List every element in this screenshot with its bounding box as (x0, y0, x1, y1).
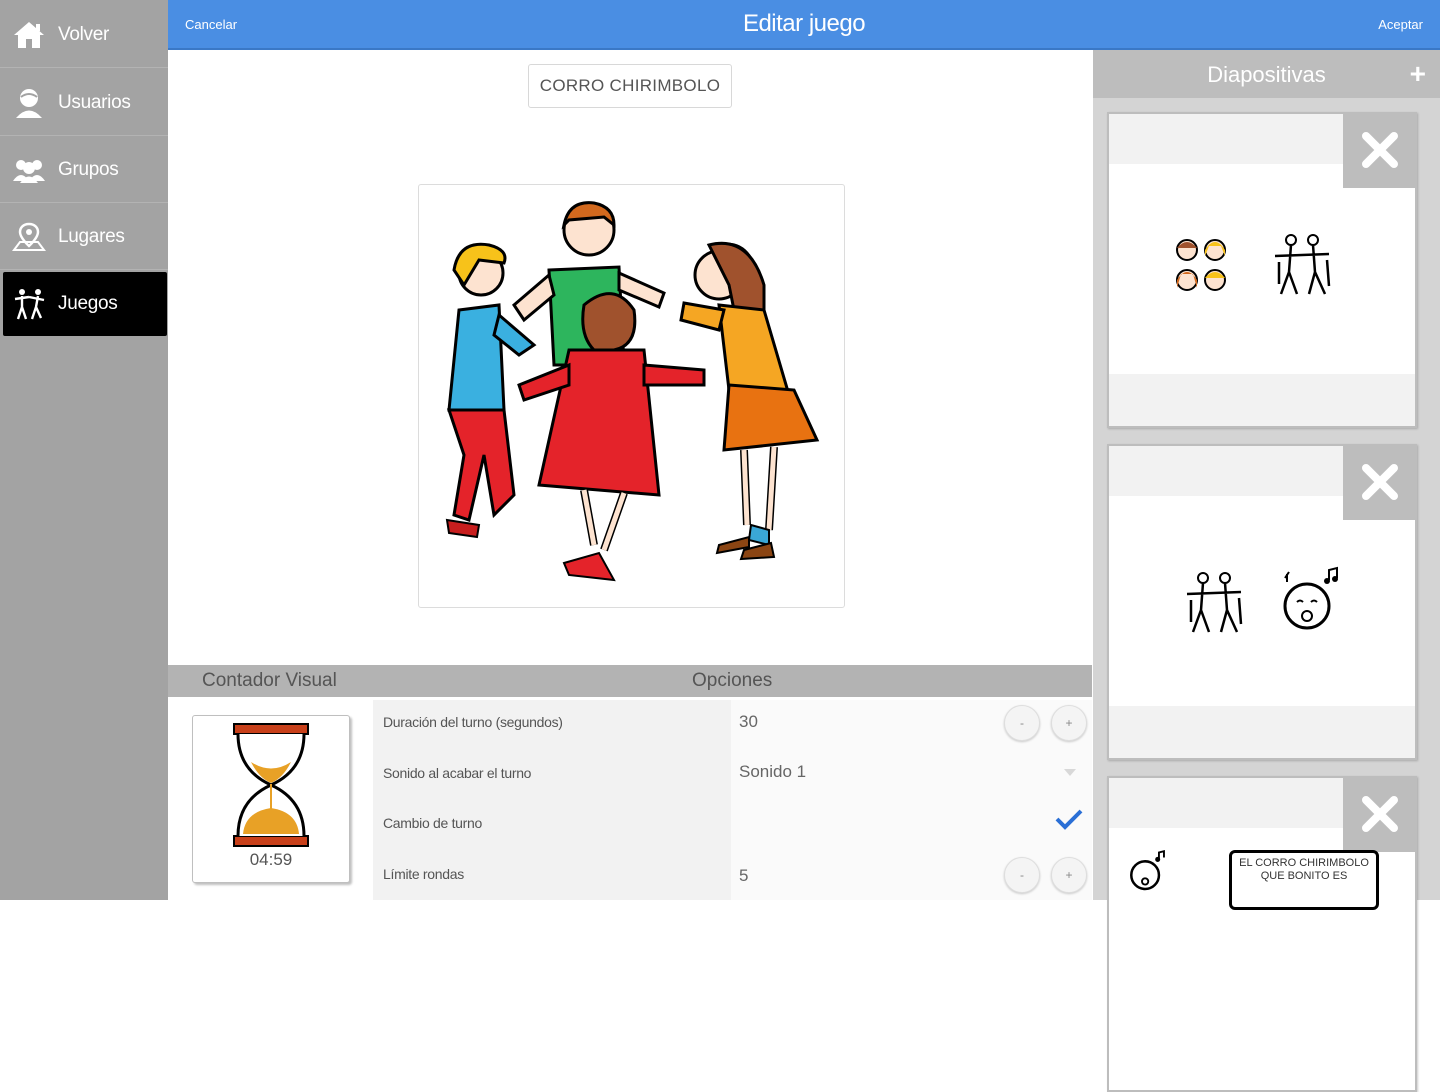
sidebar-item-juegos[interactable]: Juegos (3, 272, 167, 336)
close-icon (1362, 464, 1398, 500)
close-icon (1362, 132, 1398, 168)
game-icon (12, 287, 46, 321)
accept-button[interactable]: Aceptar (1378, 17, 1423, 32)
home-icon (12, 18, 46, 52)
duration-value[interactable]: 30 (739, 712, 758, 732)
round-limit-plus-button[interactable]: + (1051, 857, 1087, 893)
options-header-bar: Contador Visual Opciones (168, 665, 1092, 697)
visual-counter[interactable]: 04:59 (192, 715, 350, 883)
singing-face-icon (1130, 850, 1165, 891)
sidebar-item-lugares[interactable]: Lugares (0, 204, 168, 270)
sidebar-item-label: Lugares (58, 225, 125, 247)
slide-caption: EL CORRO CHIRIMBOLO QUE BONITO ES (1229, 850, 1379, 910)
sidebar-item-volver[interactable]: Volver (0, 2, 168, 68)
page-title: Editar juego (742, 10, 866, 37)
hourglass-icon (233, 723, 309, 847)
slide-card[interactable]: EL CORRO CHIRIMBOLO QUE BONITO ES (1107, 776, 1417, 1092)
add-slide-button[interactable]: + (1410, 58, 1426, 90)
sidebar: Volver Usuarios Grupos Lugares Juegos (0, 0, 168, 900)
delete-slide-button[interactable] (1343, 112, 1417, 188)
user-icon (12, 86, 46, 120)
sidebar-item-label: Grupos (58, 158, 119, 180)
duration-minus-button[interactable]: - (1004, 705, 1040, 741)
turn-change-checkbox[interactable] (1055, 808, 1083, 830)
slides-header: Diapositivas + (1093, 50, 1440, 98)
delete-slide-button[interactable] (1343, 444, 1417, 520)
option-label-round-limit: Límite rondas (383, 866, 464, 882)
slide-card[interactable] (1107, 112, 1417, 428)
sound-select[interactable]: Sonido 1 (739, 762, 806, 782)
round-limit-minus-button[interactable]: - (1004, 857, 1040, 893)
dancing-circle-icon (1186, 572, 1243, 633)
game-image[interactable] (418, 184, 845, 608)
sidebar-item-grupos[interactable]: Grupos (0, 137, 168, 203)
sidebar-item-label: Juegos (58, 293, 118, 314)
slides-title: Diapositivas (1207, 62, 1326, 87)
sidebar-item-label: Usuarios (58, 91, 131, 113)
counter-time: 04:59 (249, 850, 293, 869)
slide-card[interactable] (1107, 444, 1417, 760)
slides-panel: Diapositivas + EL CORRO CHIRIMBOLO QUE B… (1093, 50, 1440, 1092)
round-limit-value[interactable]: 5 (739, 866, 748, 886)
singing-face-icon (1283, 566, 1338, 630)
option-label-duration: Duración del turno (segundos) (383, 714, 563, 730)
place-icon (12, 220, 46, 254)
sidebar-item-usuarios[interactable]: Usuarios (0, 70, 168, 136)
group-icon (12, 153, 46, 187)
option-label-sound: Sonido al acabar el turno (383, 765, 532, 781)
sidebar-item-label: Volver (58, 23, 110, 45)
delete-slide-button[interactable] (1343, 776, 1417, 852)
children-faces-icon (1176, 239, 1226, 291)
options-labels: Duración del turno (segundos) Sonido al … (373, 700, 731, 900)
game-name-field[interactable]: CORRO CHIRIMBOLO (528, 64, 732, 108)
top-bar: Cancelar Editar juego Aceptar (168, 0, 1440, 50)
chevron-down-icon[interactable] (1063, 768, 1077, 778)
options-header: Opciones (692, 670, 773, 691)
dancing-children-illustration (445, 201, 820, 582)
close-icon (1362, 796, 1398, 832)
counter-header: Contador Visual (202, 670, 337, 691)
dancing-circle-icon (1274, 234, 1331, 295)
option-label-turn-change: Cambio de turno (383, 815, 483, 831)
duration-plus-button[interactable]: + (1051, 705, 1087, 741)
options-values: 30 - + Sonido 1 5 - + (731, 700, 1092, 900)
